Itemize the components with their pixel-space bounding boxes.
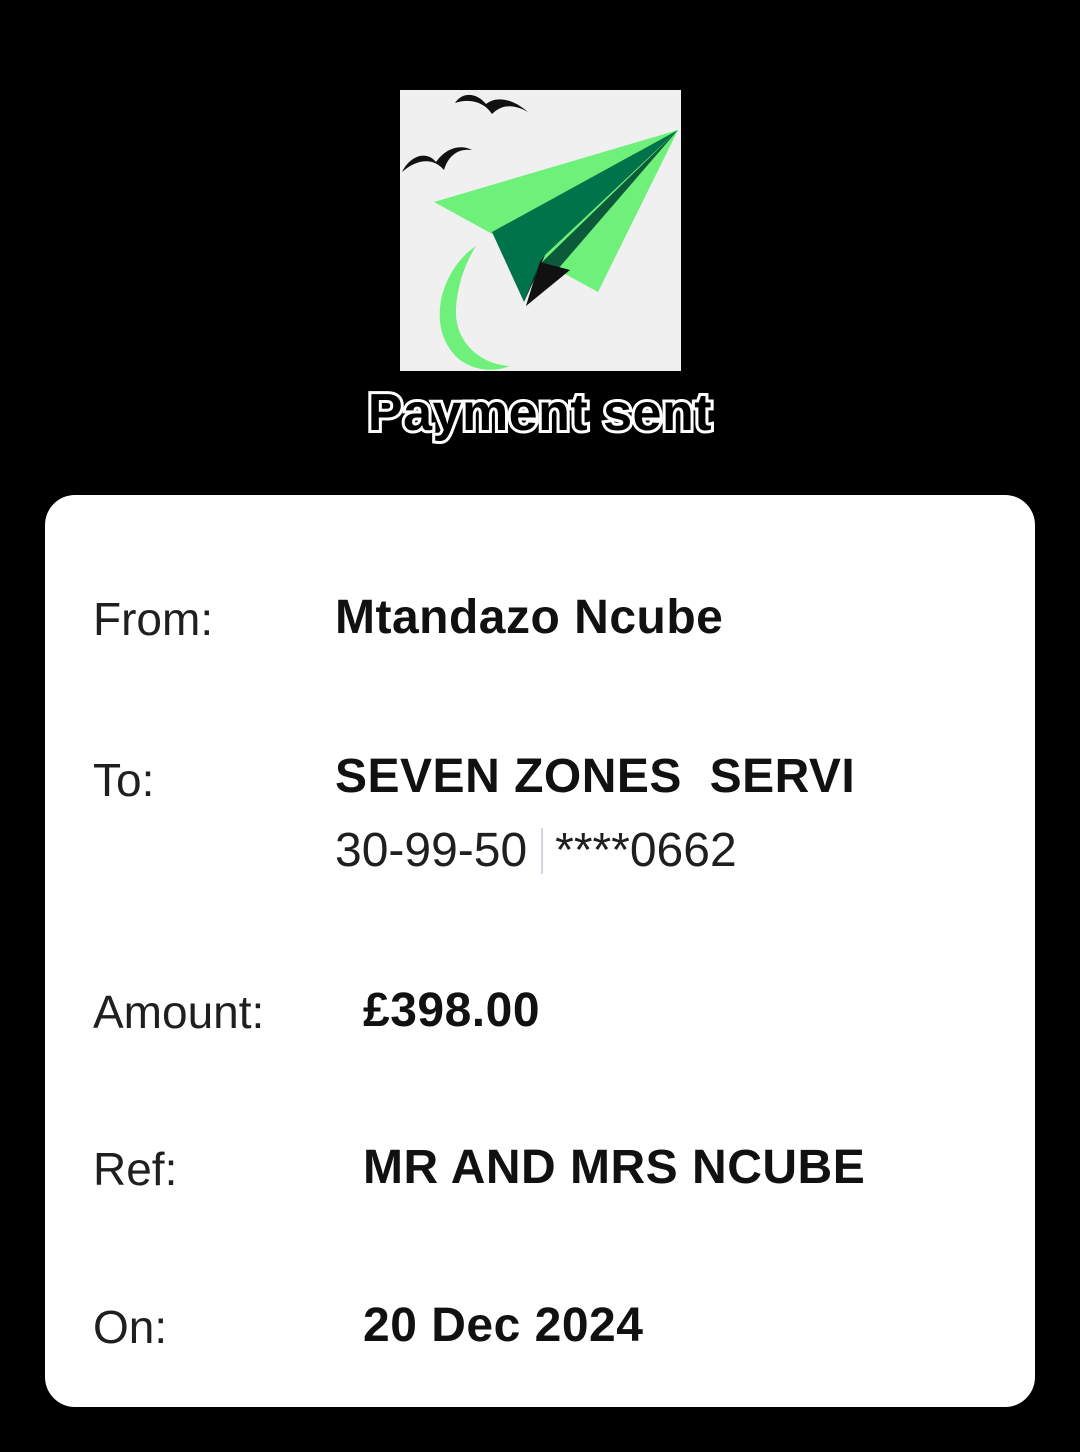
payment-sent-title: Payment sent: [365, 381, 715, 445]
date-value: 20 Dec 2024: [363, 1299, 644, 1352]
ref-value: MR AND MRS NCUBE: [363, 1141, 866, 1194]
payment-details-card: From: Mtandazo Ncube To: SEVEN ZONES SER…: [45, 495, 1035, 1407]
amount-label: Amount:: [93, 986, 265, 1038]
sort-code: 30-99-50: [335, 824, 528, 877]
account-number: ****0662: [555, 824, 737, 877]
paper-plane-with-birds-icon: [400, 90, 681, 371]
from-value: Mtandazo Ncube: [335, 591, 724, 644]
account-details: 30-99-50 ****0662: [335, 823, 737, 878]
to-label: To:: [93, 754, 155, 806]
amount-value: £398.00: [363, 984, 541, 1037]
ref-label: Ref:: [93, 1143, 178, 1195]
to-value: SEVEN ZONES SERVI: [335, 750, 856, 803]
from-label: From:: [93, 593, 214, 645]
divider: [541, 827, 544, 874]
app-logo: [400, 90, 681, 371]
date-label: On:: [93, 1301, 168, 1353]
